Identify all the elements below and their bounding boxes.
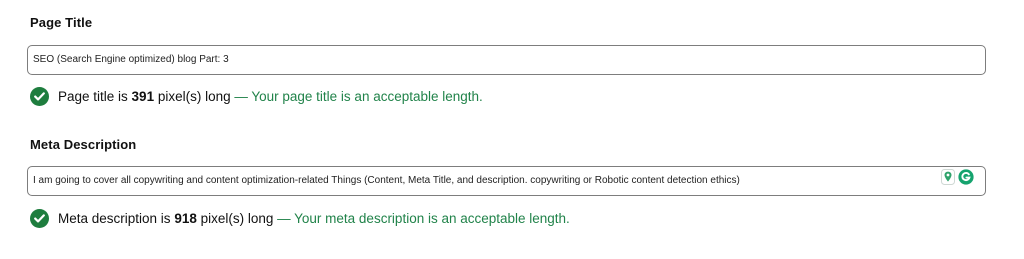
page-title-input[interactable]: SEO (Search Engine optimized) blog Part:… (27, 45, 986, 75)
meta-description-status-message: — Your meta description is an acceptable… (273, 210, 570, 226)
meta-description-label: Meta Description (30, 137, 137, 152)
map-pin-icon[interactable] (941, 169, 955, 185)
meta-description-input[interactable]: I am going to cover all copywriting and … (27, 166, 986, 196)
extension-icons (941, 168, 974, 186)
check-circle-icon (30, 86, 49, 106)
meta-description-status-suffix: pixel(s) long (196, 210, 274, 226)
page-title-status-message: — Your page title is an acceptable lengt… (230, 88, 483, 104)
page-title-label: Page Title (30, 15, 93, 30)
meta-description-status-prefix: Meta description is (58, 210, 175, 226)
page-title-pixel-count: 391 (131, 88, 155, 104)
page-title-status-suffix: pixel(s) long (154, 88, 231, 104)
page-title-status: Page title is 391 pixel(s) long — Your p… (30, 86, 483, 106)
check-circle-icon (30, 208, 49, 228)
meta-description-pixel-count: 918 (174, 210, 197, 226)
meta-description-status: Meta description is 918 pixel(s) long — … (30, 208, 570, 228)
page-title-status-prefix: Page title is (58, 88, 132, 104)
grammarly-icon[interactable] (958, 169, 974, 185)
